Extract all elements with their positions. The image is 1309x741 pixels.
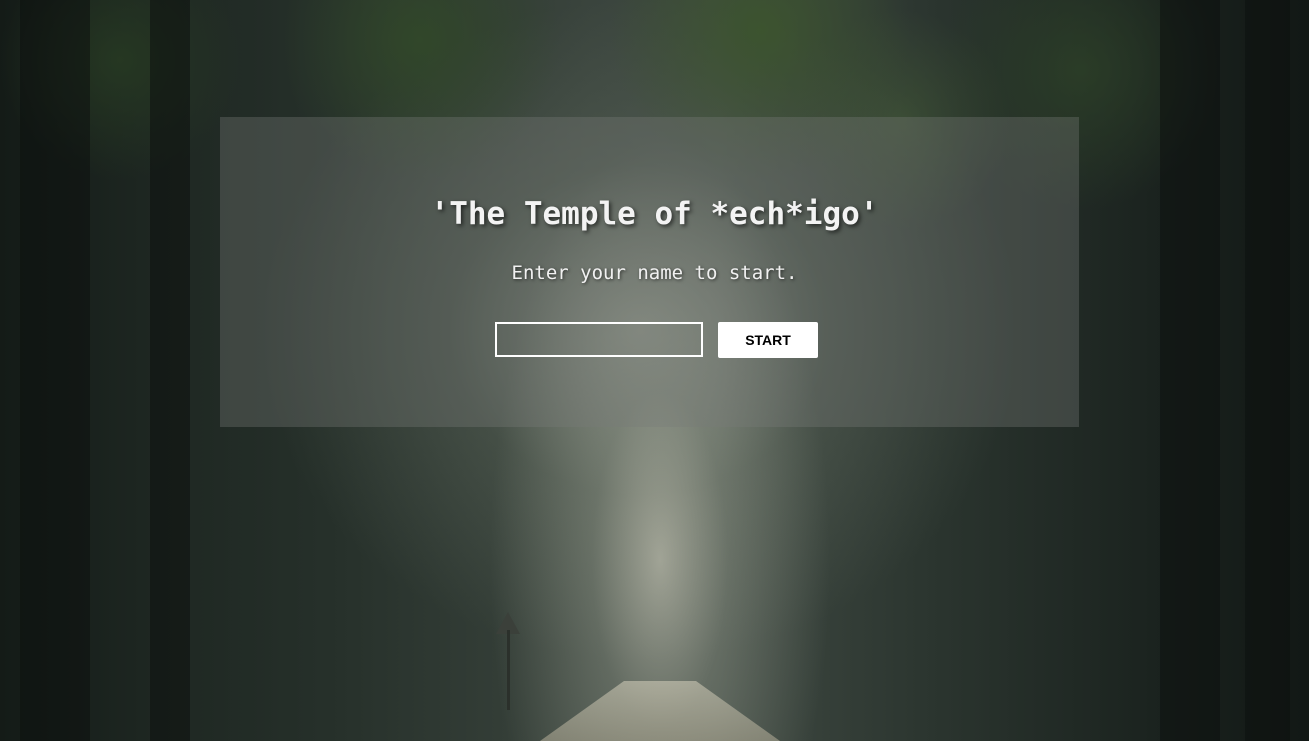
page-title: 'The Temple of *ech*igo' bbox=[430, 196, 879, 232]
tree-trunk bbox=[1160, 0, 1220, 741]
road bbox=[540, 681, 780, 741]
sign-pole bbox=[507, 630, 510, 710]
name-input[interactable] bbox=[495, 322, 703, 357]
tree-trunk bbox=[150, 0, 190, 741]
page-subtitle: Enter your name to start. bbox=[511, 262, 798, 284]
tree-trunk bbox=[20, 0, 90, 741]
start-button[interactable]: START bbox=[718, 322, 818, 358]
tree-trunk bbox=[1245, 0, 1290, 741]
